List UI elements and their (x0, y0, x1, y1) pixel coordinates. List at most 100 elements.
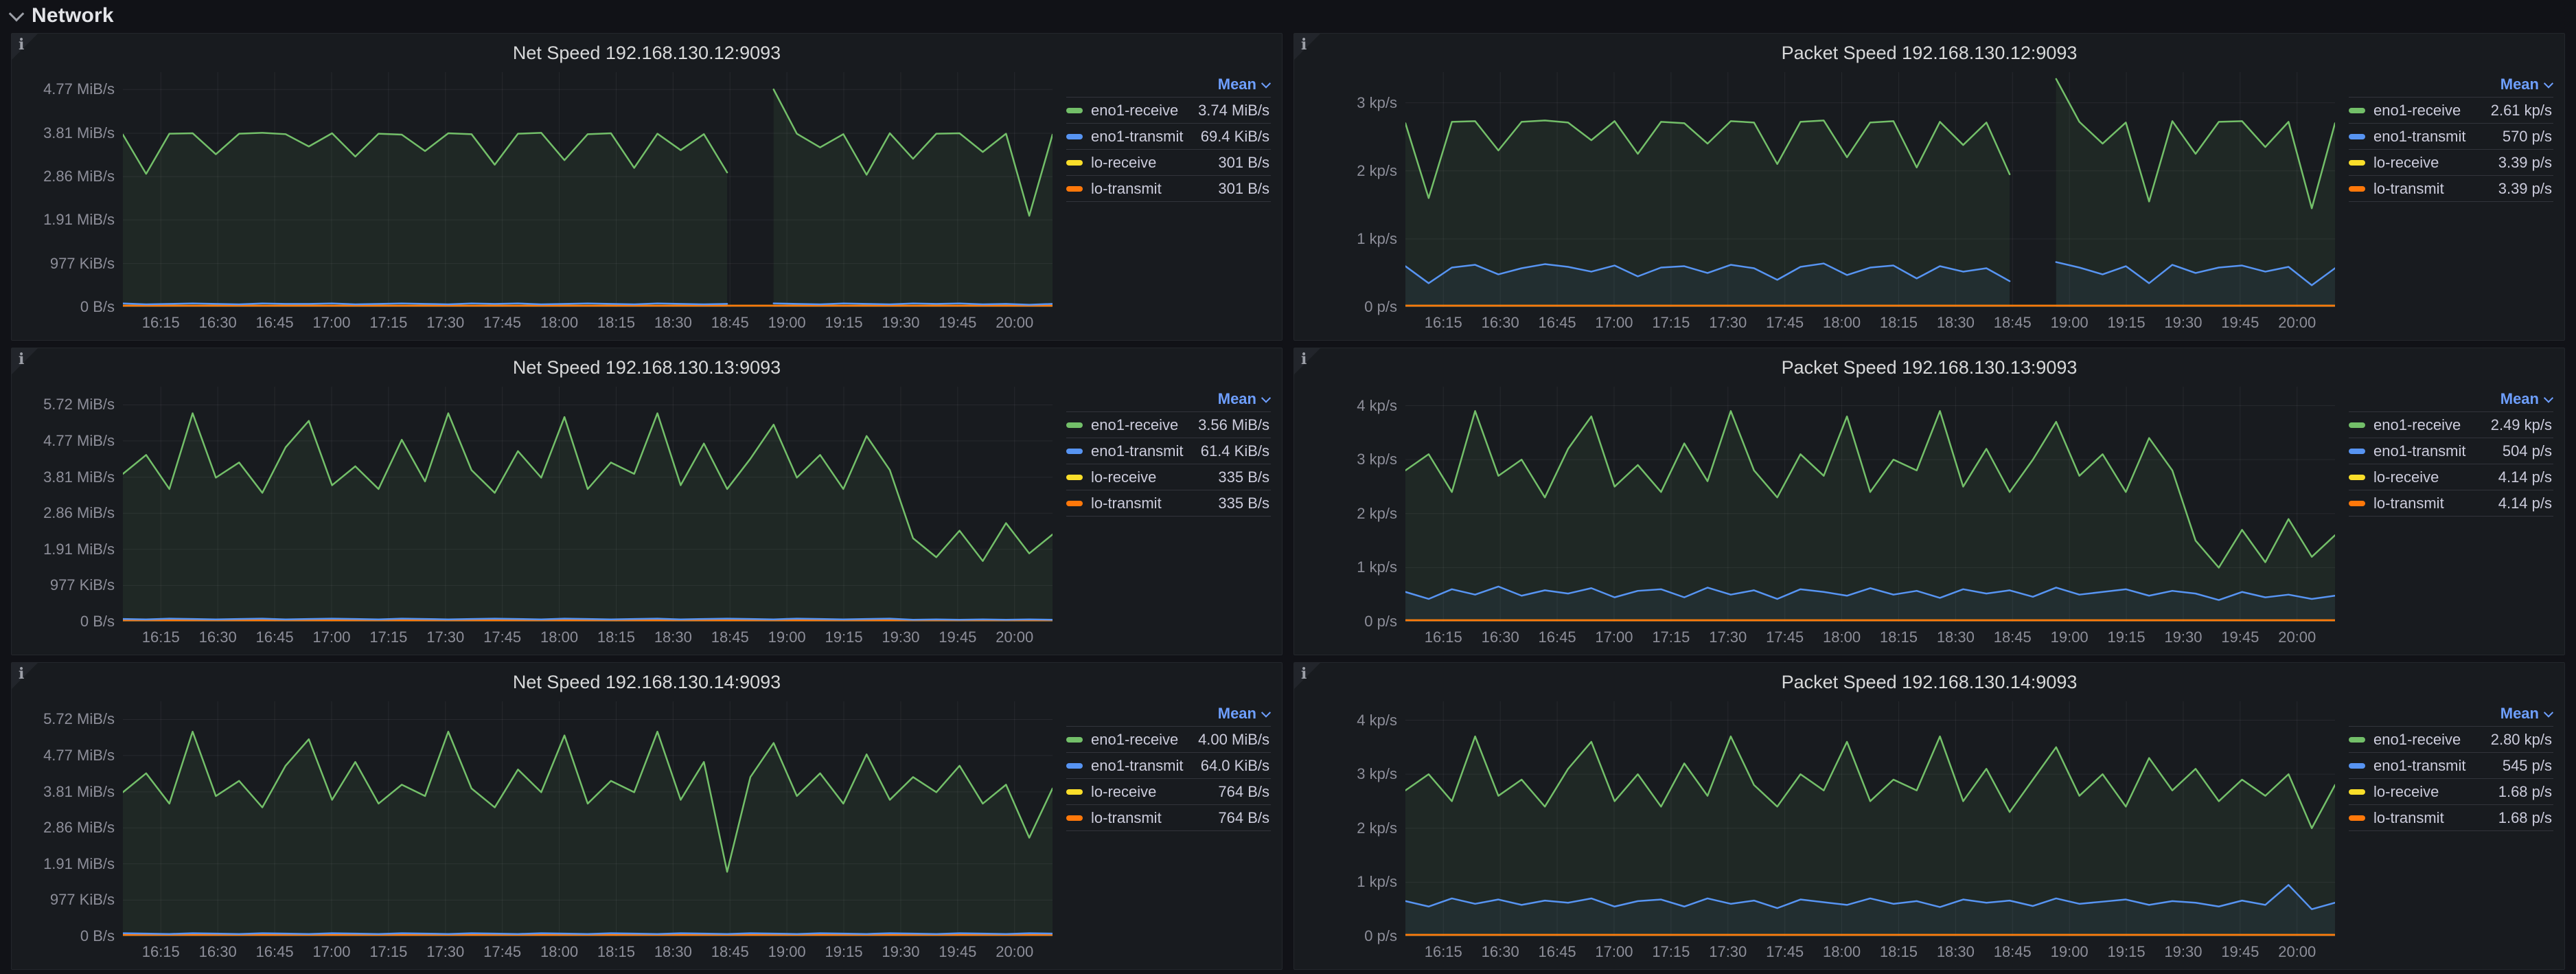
y-tick-label: 4.77 MiB/s (43, 432, 115, 450)
info-icon[interactable]: i (19, 36, 24, 54)
legend-mean-header[interactable]: Mean (1066, 72, 1271, 97)
series-label[interactable]: lo-transmit (2373, 180, 2444, 198)
x-tick-label: 19:30 (2164, 943, 2202, 961)
series-label[interactable]: lo-receive (1091, 154, 1156, 172)
info-icon[interactable]: i (1301, 665, 1307, 683)
x-tick-label: 18:15 (1880, 628, 1918, 646)
legend-row-lo-transmit: lo-transmit1.68 p/s (2349, 804, 2553, 831)
legend-mean-header[interactable]: Mean (1066, 387, 1271, 411)
series-label[interactable]: eno1-transmit (1091, 128, 1184, 146)
legend-mean-header[interactable]: Mean (2349, 72, 2553, 97)
series-mean-value: 64.0 KiB/s (1201, 757, 1271, 775)
y-tick-label: 1 kp/s (1357, 558, 1397, 576)
panel-info-corner[interactable] (12, 348, 38, 374)
series-mean-value: 3.74 MiB/s (1198, 102, 1271, 120)
chart-plot-area[interactable] (1405, 72, 2335, 307)
series-swatch-orange (1066, 501, 1083, 506)
chart-plot-area[interactable] (1405, 387, 2335, 622)
y-axis: 4 kp/s3 kp/s2 kp/s1 kp/s0 p/s (1302, 387, 1405, 649)
x-tick-label: 19:00 (2051, 628, 2089, 646)
x-tick-label: 16:15 (142, 314, 180, 332)
x-tick-label: 16:30 (199, 314, 237, 332)
x-tick-label: 17:45 (1766, 943, 1804, 961)
x-tick-label: 18:45 (711, 628, 749, 646)
info-icon[interactable]: i (1301, 36, 1307, 54)
legend-mean-header[interactable]: Mean (1066, 701, 1271, 726)
chart-plot-area[interactable] (1405, 701, 2335, 936)
series-label[interactable]: eno1-receive (1091, 731, 1178, 749)
legend-mean-header[interactable]: Mean (2349, 387, 2553, 411)
y-tick-label: 3 kp/s (1357, 94, 1397, 112)
legend: Meaneno1-receive3.74 MiB/seno1-transmit6… (1053, 72, 1271, 335)
series-label[interactable]: lo-receive (1091, 468, 1156, 486)
panel-title[interactable]: Net Speed 192.168.130.13:9093 (513, 357, 781, 378)
panel-body: 4.77 MiB/s3.81 MiB/s2.86 MiB/s1.91 MiB/s… (12, 72, 1282, 340)
series-mean-value: 2.49 kp/s (2491, 416, 2553, 434)
panel-title[interactable]: Net Speed 192.168.130.14:9093 (513, 672, 781, 693)
series-label[interactable]: lo-receive (2373, 154, 2439, 172)
series-label[interactable]: lo-transmit (2373, 809, 2444, 827)
series-label[interactable]: lo-receive (1091, 783, 1156, 801)
row-header-network[interactable]: Network (0, 0, 2576, 32)
x-tick-label: 16:15 (1425, 943, 1462, 961)
legend-row-eno1-receive: eno1-receive4.00 MiB/s (1066, 726, 1271, 752)
legend: Meaneno1-receive3.56 MiB/seno1-transmit6… (1053, 387, 1271, 649)
series-label[interactable]: eno1-transmit (1091, 757, 1184, 775)
series-label[interactable]: eno1-transmit (1091, 442, 1184, 460)
x-tick-label: 18:00 (540, 314, 578, 332)
x-tick-label: 16:45 (256, 314, 294, 332)
panel-info-corner[interactable] (12, 663, 38, 689)
x-tick-label: 18:30 (1937, 314, 1975, 332)
panel-info-corner[interactable] (1294, 348, 1320, 374)
series-label[interactable]: lo-transmit (1091, 495, 1162, 512)
x-tick-label: 18:30 (1937, 943, 1975, 961)
x-tick-label: 18:45 (1994, 628, 2032, 646)
chart-plot-area[interactable] (123, 701, 1053, 936)
series-label[interactable]: eno1-transmit (2373, 757, 2466, 775)
chart-plot-area[interactable] (123, 387, 1053, 622)
x-tick-label: 17:30 (1709, 943, 1747, 961)
dashboard-grid: i Net Speed 192.168.130.12:9093 4.77 MiB/s… (11, 33, 2565, 970)
x-tick-label: 18:45 (711, 314, 749, 332)
panel-info-corner[interactable] (12, 34, 38, 60)
panel-title[interactable]: Packet Speed 192.168.130.12:9093 (1782, 43, 2078, 64)
series-label[interactable]: eno1-transmit (2373, 442, 2466, 460)
panel-info-corner[interactable] (1294, 663, 1320, 689)
series-label[interactable]: eno1-receive (2373, 731, 2461, 749)
panel-title[interactable]: Net Speed 192.168.130.12:9093 (513, 43, 781, 64)
y-tick-label: 0 B/s (80, 298, 115, 316)
x-tick-label: 16:30 (1482, 628, 1519, 646)
x-tick-label: 17:30 (1709, 628, 1747, 646)
legend-mean-header[interactable]: Mean (2349, 701, 2553, 726)
info-icon[interactable]: i (19, 350, 24, 368)
panel-body: 5.72 MiB/s4.77 MiB/s3.81 MiB/s2.86 MiB/s… (12, 387, 1282, 655)
x-tick-label: 20:00 (996, 314, 1033, 332)
panel-header: Net Speed 192.168.130.13:9093 (12, 348, 1282, 387)
y-tick-label: 4.77 MiB/s (43, 80, 115, 98)
series-label[interactable]: lo-receive (2373, 783, 2439, 801)
panel-info-corner[interactable] (1294, 34, 1320, 60)
series-label[interactable]: eno1-receive (1091, 416, 1178, 434)
x-tick-label: 19:00 (768, 628, 806, 646)
panel-title[interactable]: Packet Speed 192.168.130.13:9093 (1782, 357, 2078, 378)
series-label[interactable]: eno1-receive (2373, 102, 2461, 120)
series-label[interactable]: lo-transmit (1091, 180, 1162, 198)
series-label[interactable]: eno1-receive (2373, 416, 2461, 434)
x-tick-label: 17:45 (483, 943, 521, 961)
chart-plot-area[interactable] (123, 72, 1053, 307)
legend-row-lo-transmit: lo-transmit4.14 p/s (2349, 490, 2553, 517)
series-label[interactable]: lo-receive (2373, 468, 2439, 486)
x-tick-label: 16:30 (199, 628, 237, 646)
series-label[interactable]: lo-transmit (1091, 809, 1162, 827)
info-icon[interactable]: i (19, 665, 24, 683)
series-label[interactable]: eno1-receive (1091, 102, 1178, 120)
info-icon[interactable]: i (1301, 350, 1307, 368)
series-label[interactable]: lo-transmit (2373, 495, 2444, 512)
series-mean-value: 570 p/s (2503, 128, 2553, 146)
x-tick-label: 19:00 (768, 943, 806, 961)
x-tick-label: 19:30 (882, 943, 919, 961)
x-tick-label: 16:30 (199, 943, 237, 961)
series-label[interactable]: eno1-transmit (2373, 128, 2466, 146)
y-tick-label: 2.86 MiB/s (43, 504, 115, 522)
panel-title[interactable]: Packet Speed 192.168.130.14:9093 (1782, 672, 2078, 693)
